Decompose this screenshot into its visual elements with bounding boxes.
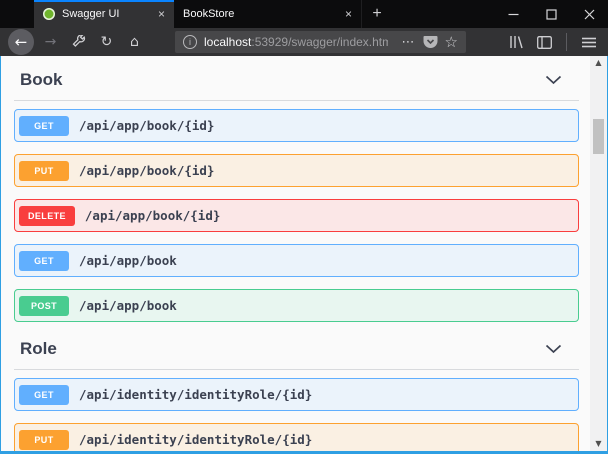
scrollbar-thumb[interactable] bbox=[593, 119, 604, 154]
titlebar-drag-area bbox=[392, 0, 494, 28]
scroll-up-arrow-icon[interactable]: ▲ bbox=[595, 59, 601, 67]
tab-title: BookStore bbox=[183, 8, 338, 20]
close-icon bbox=[584, 9, 595, 20]
forward-icon: → bbox=[45, 34, 57, 50]
method-badge: DELETE bbox=[19, 206, 75, 226]
bookmark-star-button[interactable]: ☆ bbox=[445, 33, 458, 51]
pocket-button[interactable] bbox=[423, 35, 438, 49]
section-header-book[interactable]: Book bbox=[14, 70, 579, 90]
endpoint-path: /api/app/book bbox=[79, 253, 177, 268]
method-badge: GET bbox=[19, 385, 69, 405]
chevron-down-icon[interactable] bbox=[545, 75, 562, 85]
tab-swagger-ui[interactable]: Swagger UI × bbox=[34, 0, 174, 28]
url-text: localhost:53929/swagger/index.html bbox=[204, 35, 388, 49]
url-bar[interactable]: i localhost:53929/swagger/index.html ⋯ ☆ bbox=[175, 31, 466, 53]
url-host: localhost bbox=[204, 35, 251, 49]
page-actions-button[interactable]: ⋯ bbox=[402, 35, 416, 50]
minimize-button[interactable] bbox=[494, 0, 532, 28]
developer-tools-button[interactable] bbox=[67, 30, 90, 54]
home-button[interactable]: ⌂ bbox=[123, 30, 146, 54]
section-title: Book bbox=[20, 70, 63, 90]
endpoint-row[interactable]: GET /api/app/book bbox=[14, 244, 579, 277]
method-badge: GET bbox=[19, 251, 69, 271]
swagger-favicon-icon bbox=[43, 8, 55, 20]
browser-window: Swagger UI × BookStore × + ← → ↻ bbox=[0, 0, 608, 454]
sidebar-icon bbox=[537, 36, 552, 49]
scroll-down-arrow-icon[interactable]: ▼ bbox=[595, 440, 601, 448]
new-tab-button[interactable]: + bbox=[362, 0, 392, 28]
endpoint-row[interactable]: POST /api/app/book bbox=[14, 289, 579, 322]
section-divider bbox=[14, 369, 579, 370]
tab-bookstore[interactable]: BookStore × bbox=[174, 0, 362, 28]
refresh-icon: ↻ bbox=[101, 34, 113, 50]
endpoint-path: /api/app/book/{id} bbox=[79, 163, 214, 178]
method-badge: PUT bbox=[19, 430, 69, 450]
refresh-button[interactable]: ↻ bbox=[95, 30, 118, 54]
navigation-toolbar: ← → ↻ ⌂ i localhost:53929/swagger/index.… bbox=[0, 28, 608, 56]
minimize-icon bbox=[508, 9, 519, 20]
endpoint-path: /api/app/book/{id} bbox=[79, 118, 214, 133]
toolbar-separator bbox=[566, 33, 567, 51]
endpoint-row[interactable]: DELETE /api/app/book/{id} bbox=[14, 199, 579, 232]
endpoint-row[interactable]: PUT /api/identity/identityRole/{id} bbox=[14, 423, 579, 451]
library-button[interactable] bbox=[505, 30, 528, 54]
url-path: :53929/swagger/index.html bbox=[251, 35, 387, 49]
endpoint-path: /api/app/book/{id} bbox=[85, 208, 220, 223]
titlebar-spacer bbox=[0, 0, 34, 28]
endpoint-path: /api/app/book bbox=[79, 298, 177, 313]
back-icon: ← bbox=[15, 33, 28, 51]
endpoint-row[interactable]: GET /api/identity/identityRole/{id} bbox=[14, 378, 579, 411]
method-badge: PUT bbox=[19, 161, 69, 181]
library-icon bbox=[509, 35, 524, 49]
pocket-icon bbox=[423, 35, 438, 49]
browser-viewport: Book GET /api/app/book/{id} PUT /api/app… bbox=[0, 56, 608, 454]
home-icon: ⌂ bbox=[130, 34, 139, 50]
sidebar-button[interactable] bbox=[533, 30, 556, 54]
method-badge: POST bbox=[19, 296, 69, 316]
close-button[interactable] bbox=[570, 0, 608, 28]
back-button[interactable]: ← bbox=[8, 29, 34, 55]
forward-button[interactable]: → bbox=[39, 30, 62, 54]
menu-button[interactable] bbox=[577, 30, 600, 54]
tab-bar: Swagger UI × BookStore × + bbox=[0, 0, 608, 28]
tab-title: Swagger UI bbox=[62, 8, 151, 20]
wrench-icon bbox=[72, 35, 86, 49]
endpoint-row[interactable]: GET /api/app/book/{id} bbox=[14, 109, 579, 142]
tab-close-icon[interactable]: × bbox=[345, 8, 352, 20]
section-header-role[interactable]: Role bbox=[14, 339, 579, 359]
tab-close-icon[interactable]: × bbox=[158, 8, 165, 20]
hamburger-icon bbox=[582, 37, 596, 48]
endpoint-row[interactable]: PUT /api/app/book/{id} bbox=[14, 154, 579, 187]
maximize-icon bbox=[546, 9, 557, 20]
window-controls bbox=[494, 0, 608, 28]
chevron-down-icon[interactable] bbox=[545, 344, 562, 354]
endpoint-path: /api/identity/identityRole/{id} bbox=[79, 387, 312, 402]
endpoint-path: /api/identity/identityRole/{id} bbox=[79, 432, 312, 447]
swagger-page: Book GET /api/app/book/{id} PUT /api/app… bbox=[1, 56, 590, 451]
section-divider bbox=[14, 100, 579, 101]
site-info-icon[interactable]: i bbox=[183, 35, 197, 49]
maximize-button[interactable] bbox=[532, 0, 570, 28]
vertical-scrollbar[interactable]: ▲ ▼ bbox=[590, 56, 607, 451]
method-badge: GET bbox=[19, 116, 69, 136]
section-title: Role bbox=[20, 339, 57, 359]
